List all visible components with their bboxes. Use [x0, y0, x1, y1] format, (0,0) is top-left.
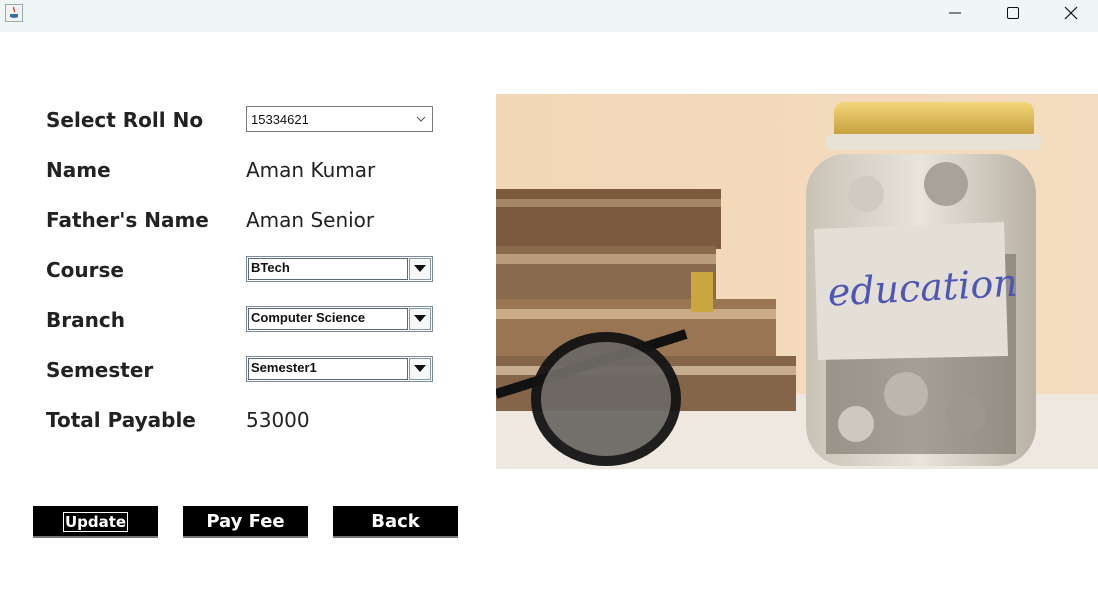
total-payable-value: 53000 — [246, 408, 310, 432]
java-icon — [5, 4, 23, 22]
father-name-value: Aman Senior — [246, 208, 375, 232]
father-name-label: Father's Name — [46, 208, 209, 232]
course-value: BTech — [251, 260, 290, 275]
back-button[interactable]: Back — [333, 506, 458, 538]
title-bar — [0, 0, 1098, 32]
course-dropdown-button[interactable] — [409, 258, 431, 280]
semester-value: Semester1 — [251, 360, 317, 375]
roll-no-select[interactable]: 15334621 — [246, 106, 433, 132]
semester-combo[interactable]: Semester1 — [246, 356, 433, 382]
close-icon — [1064, 6, 1078, 20]
pay-fee-button[interactable]: Pay Fee — [183, 506, 308, 538]
update-button[interactable]: Update — [33, 506, 158, 538]
semester-label: Semester — [46, 358, 154, 382]
minimize-icon — [949, 12, 961, 14]
name-value: Aman Kumar — [246, 158, 376, 182]
maximize-button[interactable] — [985, 0, 1043, 28]
chevron-down-icon — [416, 116, 426, 122]
triangle-down-icon — [414, 265, 426, 272]
name-label: Name — [46, 158, 111, 182]
maximize-icon — [1007, 7, 1019, 19]
close-button[interactable] — [1043, 0, 1098, 28]
course-combo[interactable]: BTech — [246, 256, 433, 282]
branch-label: Branch — [46, 308, 125, 332]
total-payable-label: Total Payable — [46, 408, 196, 432]
update-button-label: Update — [62, 512, 129, 532]
course-label: Course — [46, 258, 124, 282]
branch-dropdown-button[interactable] — [409, 308, 431, 330]
semester-dropdown-button[interactable] — [409, 358, 431, 380]
roll-label: Select Roll No — [46, 108, 204, 132]
education-jar-image: education — [496, 94, 1098, 469]
roll-no-value: 15334621 — [251, 112, 309, 127]
triangle-down-icon — [414, 365, 426, 372]
branch-value: Computer Science — [251, 310, 366, 325]
triangle-down-icon — [414, 315, 426, 322]
branch-combo[interactable]: Computer Science — [246, 306, 433, 332]
minimize-button[interactable] — [927, 0, 985, 28]
